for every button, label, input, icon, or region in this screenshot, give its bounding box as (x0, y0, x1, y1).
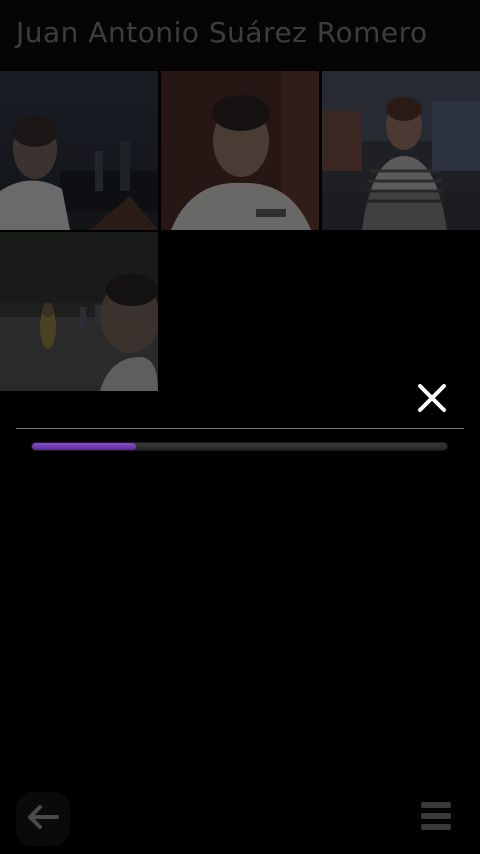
screen: Juan Antonio Suárez Romero (0, 0, 480, 854)
back-arrow-icon (26, 804, 60, 834)
photo-thumbnail-4[interactable] (0, 232, 158, 391)
photo-thumbnail-1[interactable] (0, 71, 158, 230)
close-button[interactable] (410, 378, 454, 422)
back-button[interactable] (16, 792, 70, 846)
header-bar: Juan Antonio Suárez Romero (0, 0, 480, 70)
menu-button[interactable] (412, 796, 460, 840)
page-title: Juan Antonio Suárez Romero (16, 16, 428, 49)
upload-progress-bar (31, 442, 448, 451)
photo-thumbnail-2[interactable] (161, 71, 319, 230)
divider (16, 428, 464, 429)
close-icon (416, 382, 448, 418)
menu-icon (421, 802, 451, 834)
upload-progress-fill (32, 443, 136, 450)
photo-thumbnail-3[interactable] (322, 71, 480, 230)
